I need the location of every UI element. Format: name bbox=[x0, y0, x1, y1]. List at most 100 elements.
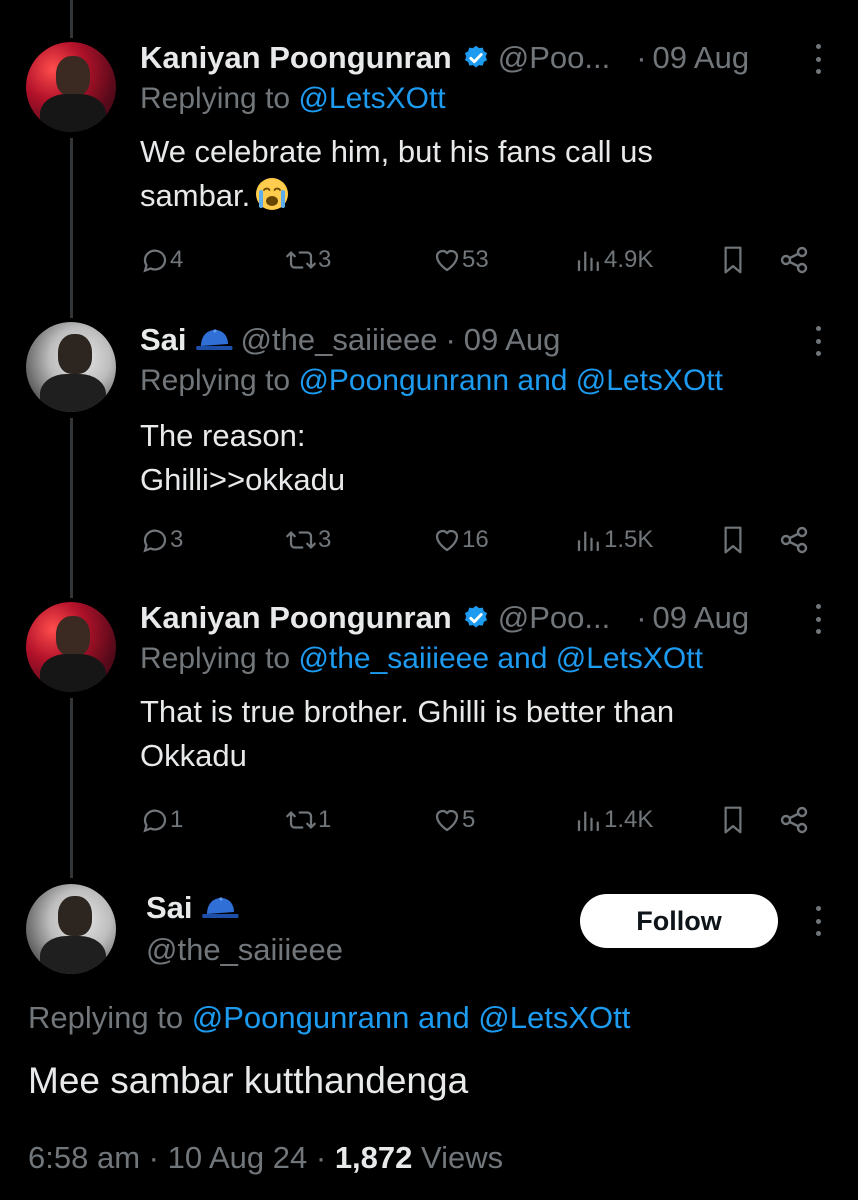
retweet-button[interactable]: 3 bbox=[284, 242, 331, 278]
replying-to-label: Replying to bbox=[140, 82, 291, 115]
bookmark-icon bbox=[724, 246, 742, 274]
heart-icon bbox=[435, 809, 459, 832]
author-handle[interactable]: @Poo... bbox=[498, 40, 610, 76]
author-handle[interactable]: @the_saiiieee bbox=[241, 322, 438, 358]
tweet-text-line: Okkadu bbox=[140, 738, 247, 773]
heart-icon bbox=[435, 529, 459, 552]
author-name[interactable]: Kaniyan Poongunran bbox=[140, 600, 452, 636]
tweet-date[interactable]: 10 Aug 24 bbox=[168, 1140, 308, 1175]
analytics-icon bbox=[577, 251, 599, 272]
tweet-actions: 1 1 5 1.4K bbox=[140, 802, 820, 838]
more-options-icon[interactable] bbox=[812, 326, 824, 356]
tweet[interactable]: Sai @the_saiiieee · 09 Aug Replying to @… bbox=[0, 318, 858, 588]
reply-button[interactable]: 3 bbox=[140, 522, 183, 558]
separator-dot: · bbox=[636, 600, 647, 635]
share-button[interactable] bbox=[778, 522, 810, 558]
more-options-icon[interactable] bbox=[812, 906, 824, 936]
main-avatar[interactable] bbox=[26, 884, 116, 974]
tweet-text-line: That is true brother. Ghilli is better t… bbox=[140, 694, 675, 729]
reply-icon bbox=[143, 529, 167, 553]
separator-dot: · bbox=[445, 322, 456, 357]
views-label: Views bbox=[421, 1140, 504, 1175]
heart-icon bbox=[435, 249, 459, 272]
share-icon bbox=[780, 526, 808, 554]
separator-dot: · bbox=[636, 40, 647, 75]
tweet-actions: 3 3 16 1.5K bbox=[140, 522, 820, 558]
reply-button[interactable]: 1 bbox=[140, 802, 183, 838]
tweet-text-line: We celebrate him, but his fans call us bbox=[140, 134, 653, 169]
replying-to: Replying to @LetsXOtt bbox=[140, 82, 446, 116]
tweet-text-line: The reason: bbox=[140, 418, 306, 453]
tweet[interactable]: Kaniyan Poongunran @Poo... · 09 Aug Repl… bbox=[0, 598, 858, 868]
replying-to-mention[interactable]: @Poongunrann and @LetsXOtt bbox=[192, 1000, 631, 1035]
like-count: 53 bbox=[462, 246, 489, 273]
reply-count: 3 bbox=[170, 526, 184, 553]
separator-dot: · bbox=[315, 1140, 327, 1175]
share-icon bbox=[780, 246, 808, 274]
more-options-icon[interactable] bbox=[812, 44, 824, 74]
tweet-actions: 4 3 53 4.9K bbox=[140, 242, 820, 278]
tweet-meta: 6:58 am · 10 Aug 24 · 1,872 Views bbox=[28, 1140, 503, 1176]
like-button[interactable]: 53 bbox=[432, 242, 489, 278]
author-handle[interactable]: @Poo... bbox=[498, 600, 610, 636]
like-button[interactable]: 16 bbox=[432, 522, 489, 558]
separator-dot: · bbox=[148, 1140, 159, 1175]
tweet-text: That is true brother. Ghilli is better t… bbox=[140, 690, 674, 778]
tweet-text: We celebrate him, but his fans call us s… bbox=[140, 130, 653, 218]
views-button[interactable]: 1.5K bbox=[574, 522, 653, 558]
tweet-date[interactable]: 09 Aug bbox=[464, 322, 561, 358]
author-name[interactable]: Sai bbox=[140, 322, 187, 358]
replying-to-mention[interactable]: @LetsXOtt bbox=[298, 82, 445, 115]
like-button[interactable]: 5 bbox=[432, 802, 475, 838]
bookmark-button[interactable] bbox=[718, 522, 748, 558]
tweet-header: Kaniyan Poongunran @Poo... · 09 Aug bbox=[140, 38, 749, 78]
views-button[interactable]: 1.4K bbox=[574, 802, 653, 838]
replying-to: Replying to @Poongunrann and @LetsXOtt bbox=[28, 1000, 630, 1036]
replying-to-mention[interactable]: @Poongunrann and @LetsXOtt bbox=[298, 364, 723, 397]
tweet-date[interactable]: 09 Aug bbox=[653, 40, 750, 76]
avatar[interactable] bbox=[26, 322, 116, 412]
more-options-icon[interactable] bbox=[812, 604, 824, 634]
author-name[interactable]: Kaniyan Poongunran bbox=[140, 40, 452, 76]
bookmark-button[interactable] bbox=[718, 242, 748, 278]
reply-icon bbox=[143, 249, 167, 273]
tweet-text: The reason: Ghilli>>okkadu bbox=[140, 414, 345, 502]
retweet-count: 3 bbox=[318, 246, 332, 273]
retweet-button[interactable]: 3 bbox=[284, 522, 331, 558]
share-button[interactable] bbox=[778, 802, 810, 838]
thread-line bbox=[70, 0, 73, 38]
avatar[interactable] bbox=[26, 42, 116, 132]
analytics-icon bbox=[577, 531, 599, 552]
author-handle[interactable]: @the_saiiieee bbox=[146, 932, 343, 968]
retweet-icon bbox=[286, 251, 316, 269]
views-count: 1,872 bbox=[334, 1140, 413, 1175]
tweet-time[interactable]: 6:58 am bbox=[28, 1140, 140, 1175]
views-button[interactable]: 4.9K bbox=[574, 242, 653, 278]
bookmark-icon bbox=[724, 526, 742, 554]
tweet[interactable]: Kaniyan Poongunran @Poo... · 09 Aug Repl… bbox=[0, 38, 858, 308]
retweet-count: 1 bbox=[318, 806, 332, 833]
blue-cap-icon bbox=[195, 329, 233, 350]
replying-to-mention[interactable]: @the_saiiieee and @LetsXOtt bbox=[298, 642, 702, 675]
like-count: 5 bbox=[462, 806, 476, 833]
verified-badge-icon bbox=[464, 605, 487, 628]
tweet-text-line: Ghilli>>okkadu bbox=[140, 462, 346, 497]
reply-count: 4 bbox=[170, 246, 184, 273]
replying-to-label: Replying to bbox=[140, 642, 291, 675]
retweet-icon bbox=[286, 531, 316, 549]
follow-button[interactable]: Follow bbox=[580, 894, 778, 948]
retweet-button[interactable]: 1 bbox=[284, 802, 331, 838]
bookmark-button[interactable] bbox=[718, 802, 748, 838]
tweet-header: Sai @the_saiiieee · 09 Aug bbox=[140, 320, 560, 360]
share-button[interactable] bbox=[778, 242, 810, 278]
verified-badge-icon bbox=[464, 45, 487, 68]
reply-count: 1 bbox=[170, 806, 184, 833]
author-name[interactable]: Sai bbox=[146, 890, 193, 926]
avatar[interactable] bbox=[26, 602, 116, 692]
bookmark-icon bbox=[724, 806, 742, 834]
tweet-text-line: sambar. bbox=[140, 174, 653, 218]
tweet-date[interactable]: 09 Aug bbox=[653, 600, 750, 636]
reply-button[interactable]: 4 bbox=[140, 242, 183, 278]
retweet-count: 3 bbox=[318, 526, 332, 553]
blue-cap-icon bbox=[201, 897, 239, 918]
